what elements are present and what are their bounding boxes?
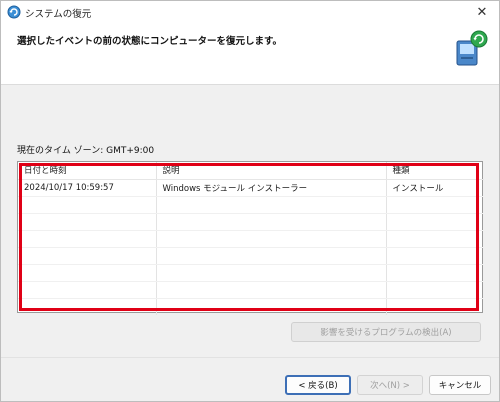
cell-type: インストール <box>386 179 484 197</box>
header-instruction: 選択したイベントの前の状態にコンピューターを復元します。 <box>17 36 283 47</box>
empty-row <box>18 298 484 316</box>
empty-row <box>18 264 484 282</box>
title-bar: システムの復元 ✕ <box>1 1 499 23</box>
column-header-type[interactable]: 種類 <box>386 162 484 180</box>
next-button[interactable]: 次へ(N) > <box>357 375 423 395</box>
header-panel: 選択したイベントの前の状態にコンピューターを復元します。 <box>1 23 499 85</box>
back-button[interactable]: < 戻る(B) <box>285 375 351 395</box>
cancel-button[interactable]: キャンセル <box>429 375 491 395</box>
table-header-row: 日付と時刻 説明 種類 <box>18 162 484 180</box>
empty-row <box>18 281 484 299</box>
cell-date: 2024/10/17 10:59:57 <box>18 179 157 197</box>
empty-row <box>18 196 484 214</box>
computer-restore-icon <box>456 30 488 66</box>
timezone-label: 現在のタイム ゾーン: GMT+9:00 <box>17 146 155 156</box>
table-row[interactable]: 2024/10/17 10:59:57 Windows モジュール インストーラ… <box>18 179 484 197</box>
system-restore-window: システムの復元 ✕ 選択したイベントの前の状態にコンピューターを復元します。 現… <box>0 0 500 402</box>
window-title: システムの復元 <box>25 9 92 20</box>
system-restore-icon <box>7 5 21 19</box>
close-icon: ✕ <box>476 4 488 20</box>
empty-row <box>18 230 484 248</box>
empty-row <box>18 213 484 231</box>
close-button[interactable]: ✕ <box>471 3 493 21</box>
column-header-date[interactable]: 日付と時刻 <box>18 162 157 180</box>
restore-points-table[interactable]: 日付と時刻 説明 種類 2024/10/17 10:59:57 Windows … <box>17 161 484 316</box>
column-header-description[interactable]: 説明 <box>156 162 387 180</box>
detect-affected-programs-button[interactable]: 影響を受けるプログラムの検出(A) <box>291 322 481 342</box>
cell-description: Windows モジュール インストーラー <box>156 179 387 197</box>
divider <box>1 357 499 358</box>
empty-row <box>18 247 484 265</box>
